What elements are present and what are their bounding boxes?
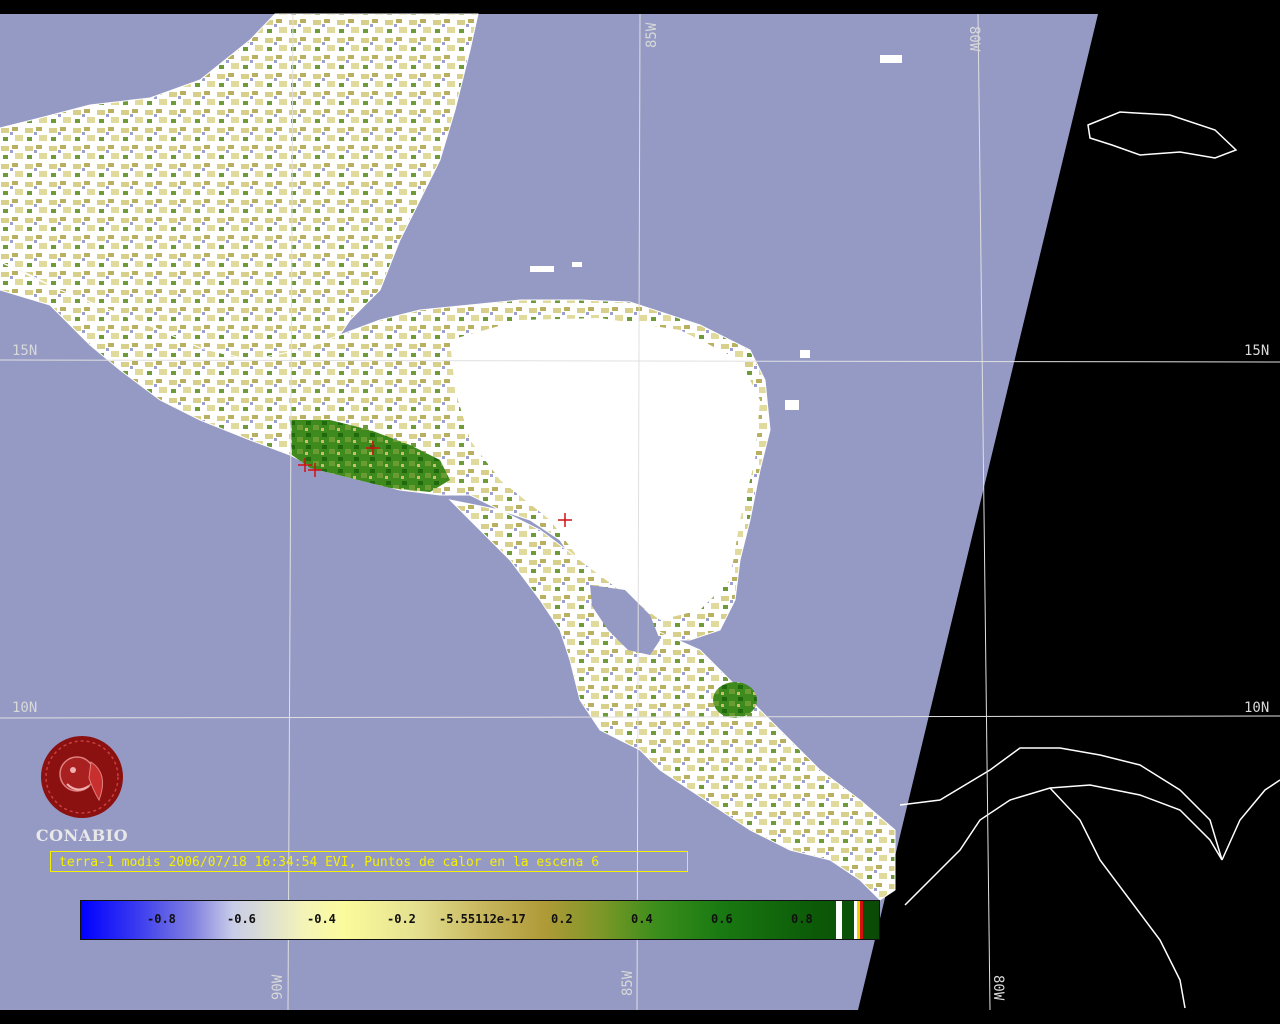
- macaw-logo-icon: [41, 736, 123, 818]
- label-lon-80w-top: 80W: [966, 26, 982, 52]
- evi-colorbar: -0.8 -0.6 -0.4 -0.2 -5.55112e-17 0.2 0.4…: [80, 900, 880, 940]
- label-lon-85w-bottom: 85W: [620, 970, 636, 996]
- colorbar-tick: -0.8: [147, 912, 176, 926]
- conabio-logo: CONABIO: [30, 734, 134, 845]
- colorbar-tick: 0.2: [551, 912, 573, 926]
- colorbar-tick: 0.8: [791, 912, 813, 926]
- label-lon-85w-top: 85W: [644, 22, 660, 48]
- scene-caption: terra-1 modis 2006/07/18 16:34:54 EVI, P…: [50, 851, 688, 872]
- label-lat-15n-left: 15N: [12, 343, 37, 359]
- colorbar-tick: 0.4: [631, 912, 653, 926]
- colorbar-tick: -0.4: [307, 912, 336, 926]
- label-lon-90w-bottom: 90W: [270, 974, 286, 1000]
- colorbar-tick: -0.2: [387, 912, 416, 926]
- logo-text: CONABIO: [35, 826, 129, 845]
- colorbar-tick: -0.6: [227, 912, 256, 926]
- label-lat-10n-right: 10N: [1244, 700, 1269, 716]
- label-lat-10n-left: 10N: [12, 700, 37, 716]
- colorbar-cloud-swatch: [836, 901, 842, 939]
- vegetation-dense-costa-rica: [713, 682, 757, 718]
- colorbar-tick: 0.6: [711, 912, 733, 926]
- colorbar-tick: -5.55112e-17: [439, 912, 526, 926]
- label-lon-80w-bottom: 80W: [990, 975, 1006, 1001]
- colorbar-fire-swatch: [860, 901, 863, 939]
- label-lat-15n-right: 15N: [1244, 343, 1269, 359]
